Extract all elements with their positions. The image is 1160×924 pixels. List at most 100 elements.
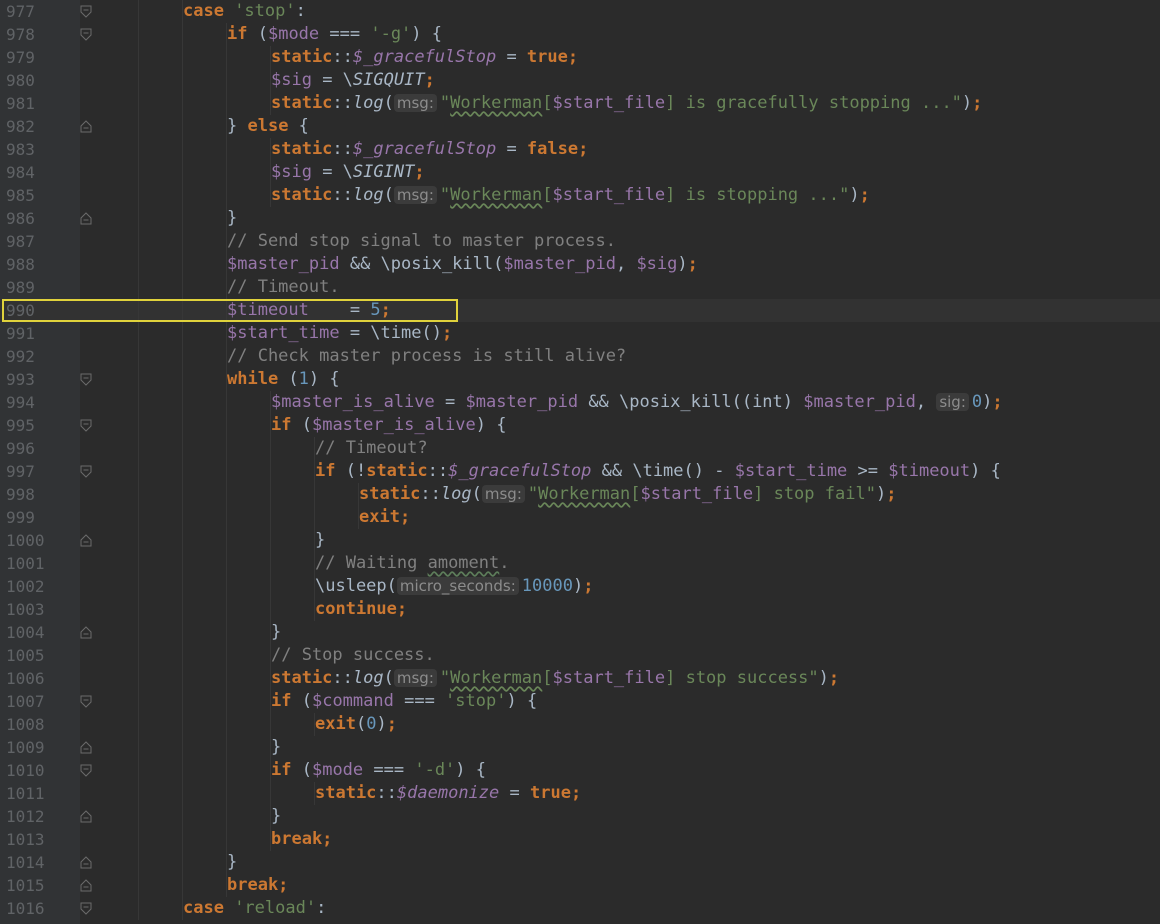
code-text[interactable]: static::log(msg: "Workerman[$start_file] … [271,667,839,690]
code-line[interactable]: 983 static::$_gracefulStop = false; [0,138,1160,161]
code-text[interactable]: // Timeout? [315,437,428,460]
code-text[interactable]: // Timeout. [227,276,340,299]
fold-end-icon[interactable] [80,534,92,547]
code-line[interactable]: 1001 // Waiting amoment. [0,552,1160,575]
code-line[interactable]: 1003 continue; [0,598,1160,621]
fold-collapse-icon[interactable] [80,902,92,915]
fold-end-icon[interactable] [80,856,92,869]
code-text[interactable]: } [227,851,237,874]
code-text[interactable]: // Check master process is still alive? [227,345,626,368]
code-line[interactable]: 988 $master_pid && \posix_kill($master_pi… [0,253,1160,276]
code-text[interactable]: static::$daemonize = true; [315,782,581,805]
code-line[interactable]: 986} [0,207,1160,230]
code-text[interactable]: } [271,621,281,644]
code-line[interactable]: 996 // Timeout? [0,437,1160,460]
line-number: 997 [6,462,35,481]
code-line[interactable]: 1010 if ($mode === '-d') { [0,759,1160,782]
fold-collapse-icon[interactable] [80,764,92,777]
code-line[interactable]: 1016 case 'reload': [0,897,1160,920]
fold-collapse-icon[interactable] [80,465,92,478]
code-text[interactable]: } [271,805,281,828]
code-text[interactable]: } [271,736,281,759]
code-text[interactable]: case 'reload': [183,897,326,920]
code-text[interactable]: continue; [315,598,407,621]
fold-end-icon[interactable] [80,879,92,892]
code-text[interactable]: exit(0); [315,713,397,736]
code-line[interactable]: 1013 break; [0,828,1160,851]
fold-end-icon[interactable] [80,212,92,225]
code-text[interactable]: static::log(msg: "Workerman[$start_file] … [359,483,896,506]
code-line[interactable]: 1007 if ($command === 'stop') { [0,690,1160,713]
code-line[interactable]: 987 // Send stop signal to master process… [0,230,1160,253]
fold-end-icon[interactable] [80,626,92,639]
code-text[interactable]: if ($mode === '-d') { [271,759,486,782]
code-line[interactable]: 991 $start_time = \time(); [0,322,1160,345]
code-line[interactable]: 984 $sig = \SIGINT; [0,161,1160,184]
code-text[interactable]: $sig = \SIGQUIT; [271,69,435,92]
fold-collapse-icon[interactable] [80,419,92,432]
code-text[interactable]: } [227,207,237,230]
code-line[interactable]: 1015 break; [0,874,1160,897]
code-text[interactable]: $timeout = 5; [227,299,391,322]
code-line[interactable]: 1011 static::$daemonize = true; [0,782,1160,805]
code-text[interactable]: $start_time = \time(); [227,322,452,345]
code-text[interactable]: static::$_gracefulStop = false; [271,138,588,161]
code-editor[interactable]: 977 case 'stop': 978 if ($mode === '-g') {9… [0,0,1160,924]
code-text[interactable]: // Stop success. [271,644,435,667]
code-text[interactable]: if ($mode === '-g') { [227,23,442,46]
code-token: ) { [475,415,507,435]
code-text[interactable]: $master_is_alive = $master_pid && \posix… [271,391,1003,414]
fold-end-icon[interactable] [80,120,92,133]
code-text[interactable]: } [315,529,325,552]
code-text[interactable]: static::log(msg: "Workerman[$start_file] … [271,184,870,207]
code-text[interactable]: exit; [359,506,410,529]
code-line[interactable]: 998 static::log(msg: "Workerman[$start_fil… [0,483,1160,506]
code-line[interactable]: 979 static::$_gracefulStop = true; [0,46,1160,69]
code-text[interactable]: while (1) { [227,368,340,391]
code-line[interactable]: 989 // Timeout. [0,276,1160,299]
code-text[interactable]: if ($command === 'stop') { [271,690,537,713]
code-text[interactable]: if ($master_is_alive) { [271,414,506,437]
code-line[interactable]: 993 while (1) { [0,368,1160,391]
code-line[interactable]: 1004} [0,621,1160,644]
code-line[interactable]: 992 // Check master process is still aliv… [0,345,1160,368]
fold-end-icon[interactable] [80,810,92,823]
code-line[interactable]: 994 $master_is_alive = $master_pid && \po… [0,391,1160,414]
code-text[interactable]: static::$_gracefulStop = true; [271,46,578,69]
code-text[interactable]: // Send stop signal to master process. [227,230,616,253]
code-line[interactable]: 985 static::log(msg: "Workerman[$start_fil… [0,184,1160,207]
code-line[interactable]: 990 $timeout = 5; [0,299,1160,322]
code-lines[interactable]: 977 case 'stop': 978 if ($mode === '-g') {9… [0,0,1160,920]
code-text[interactable]: break; [271,828,332,851]
code-line[interactable]: 1014} [0,851,1160,874]
code-line[interactable]: 1008 exit(0); [0,713,1160,736]
code-line[interactable]: 1000} [0,529,1160,552]
code-line[interactable]: 980 $sig = \SIGQUIT; [0,69,1160,92]
fold-collapse-icon[interactable] [80,373,92,386]
code-line[interactable]: 978 if ($mode === '-g') { [0,23,1160,46]
code-text[interactable]: $sig = \SIGINT; [271,161,425,184]
code-text[interactable]: // Waiting amoment. [315,552,510,575]
code-text[interactable]: $master_pid && \posix_kill($master_pid, … [227,253,698,276]
code-line[interactable]: 1005 // Stop success. [0,644,1160,667]
fold-collapse-icon[interactable] [80,695,92,708]
fold-collapse-icon[interactable] [80,28,92,41]
code-text[interactable]: static::log(msg: "Workerman[$start_file] … [271,92,982,115]
code-text[interactable]: \usleep(micro_seconds: 10000); [315,575,593,598]
code-line[interactable]: 982} else { [0,115,1160,138]
fold-collapse-icon[interactable] [80,5,92,18]
code-line[interactable]: 999 exit; [0,506,1160,529]
fold-end-icon[interactable] [80,741,92,754]
code-line[interactable]: 1012} [0,805,1160,828]
code-line[interactable]: 977 case 'stop': [0,0,1160,23]
code-line[interactable]: 981 static::log(msg: "Workerman[$start_fil… [0,92,1160,115]
code-line[interactable]: 1002 \usleep(micro_seconds: 10000); [0,575,1160,598]
code-line[interactable]: 997 if (!static::$_gracefulStop && \time(… [0,460,1160,483]
code-text[interactable]: } else { [227,115,309,138]
code-text[interactable]: case 'stop': [183,0,306,23]
code-line[interactable]: 1006 static::log(msg: "Workerman[$start_fi… [0,667,1160,690]
code-line[interactable]: 1009} [0,736,1160,759]
code-text[interactable]: if (!static::$_gracefulStop && \time() -… [315,460,1001,483]
code-text[interactable]: break; [227,874,288,897]
code-line[interactable]: 995 if ($master_is_alive) { [0,414,1160,437]
